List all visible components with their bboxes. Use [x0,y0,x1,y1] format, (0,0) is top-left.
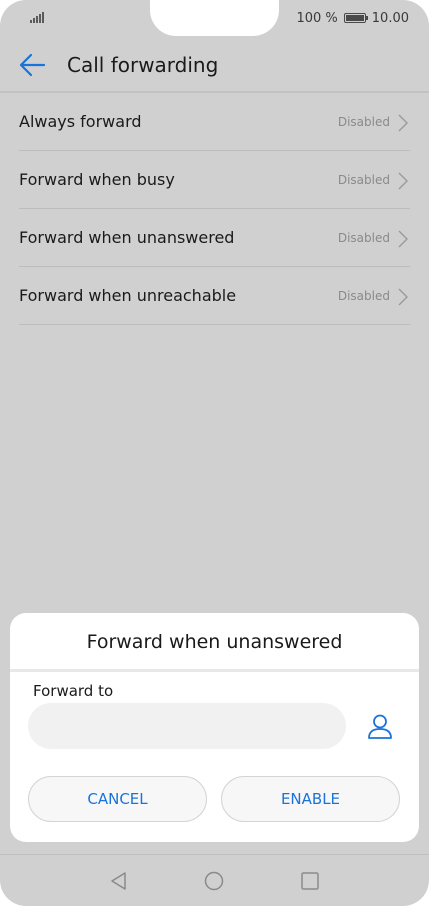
list-item-status: Disabled [337,115,390,129]
forward-to-label: Forward to [33,682,114,700]
forward-dialog: Forward when unanswered Forward to CANCE… [10,613,419,842]
nav-home-icon[interactable] [203,870,225,892]
enable-button[interactable]: ENABLE [221,776,400,822]
page-title: Call forwarding [67,53,219,77]
status-bar: 100 % 10.00 [0,0,429,36]
list-item-status: Disabled [337,231,390,245]
nav-recents-icon[interactable] [299,870,321,892]
navigation-bar [0,854,429,906]
phone-screen: 100 % 10.00 Call forwarding Always forwa… [0,0,429,906]
back-arrow-icon[interactable] [18,52,46,78]
contact-person-icon[interactable] [367,713,393,741]
call-forwarding-list: Always forward Disabled Forward when bus… [19,93,410,325]
app-bar: Call forwarding [0,40,429,90]
dialog-divider [10,669,419,672]
list-item-status: Disabled [337,173,390,187]
list-item-forward-when-unreachable[interactable]: Forward when unreachable Disabled [19,267,410,325]
nav-back-icon[interactable] [108,870,130,892]
chevron-right-icon [398,230,408,248]
forward-number-input[interactable] [28,703,346,749]
battery-percent: 100 % [296,10,338,26]
list-item-status: Disabled [337,289,390,303]
battery-icon [343,13,368,23]
chevron-right-icon [398,172,408,190]
chevron-right-icon [398,288,408,306]
list-item-label: Always forward [19,112,142,131]
chevron-right-icon [398,114,408,132]
clock: 10.00 [371,10,409,26]
list-item-label: Forward when unanswered [19,228,235,247]
dialog-title: Forward when unanswered [86,631,343,653]
list-item-forward-when-busy[interactable]: Forward when busy Disabled [19,151,410,209]
nav-divider [0,854,429,855]
list-item-always-forward[interactable]: Always forward Disabled [19,93,410,151]
status-right: 100 % 10.00 [296,10,409,26]
cancel-button[interactable]: CANCEL [28,776,207,822]
list-item-label: Forward when unreachable [19,286,237,305]
list-item-forward-when-unanswered[interactable]: Forward when unanswered Disabled [19,209,410,267]
signal-icon [30,12,46,23]
list-item-label: Forward when busy [19,170,175,189]
